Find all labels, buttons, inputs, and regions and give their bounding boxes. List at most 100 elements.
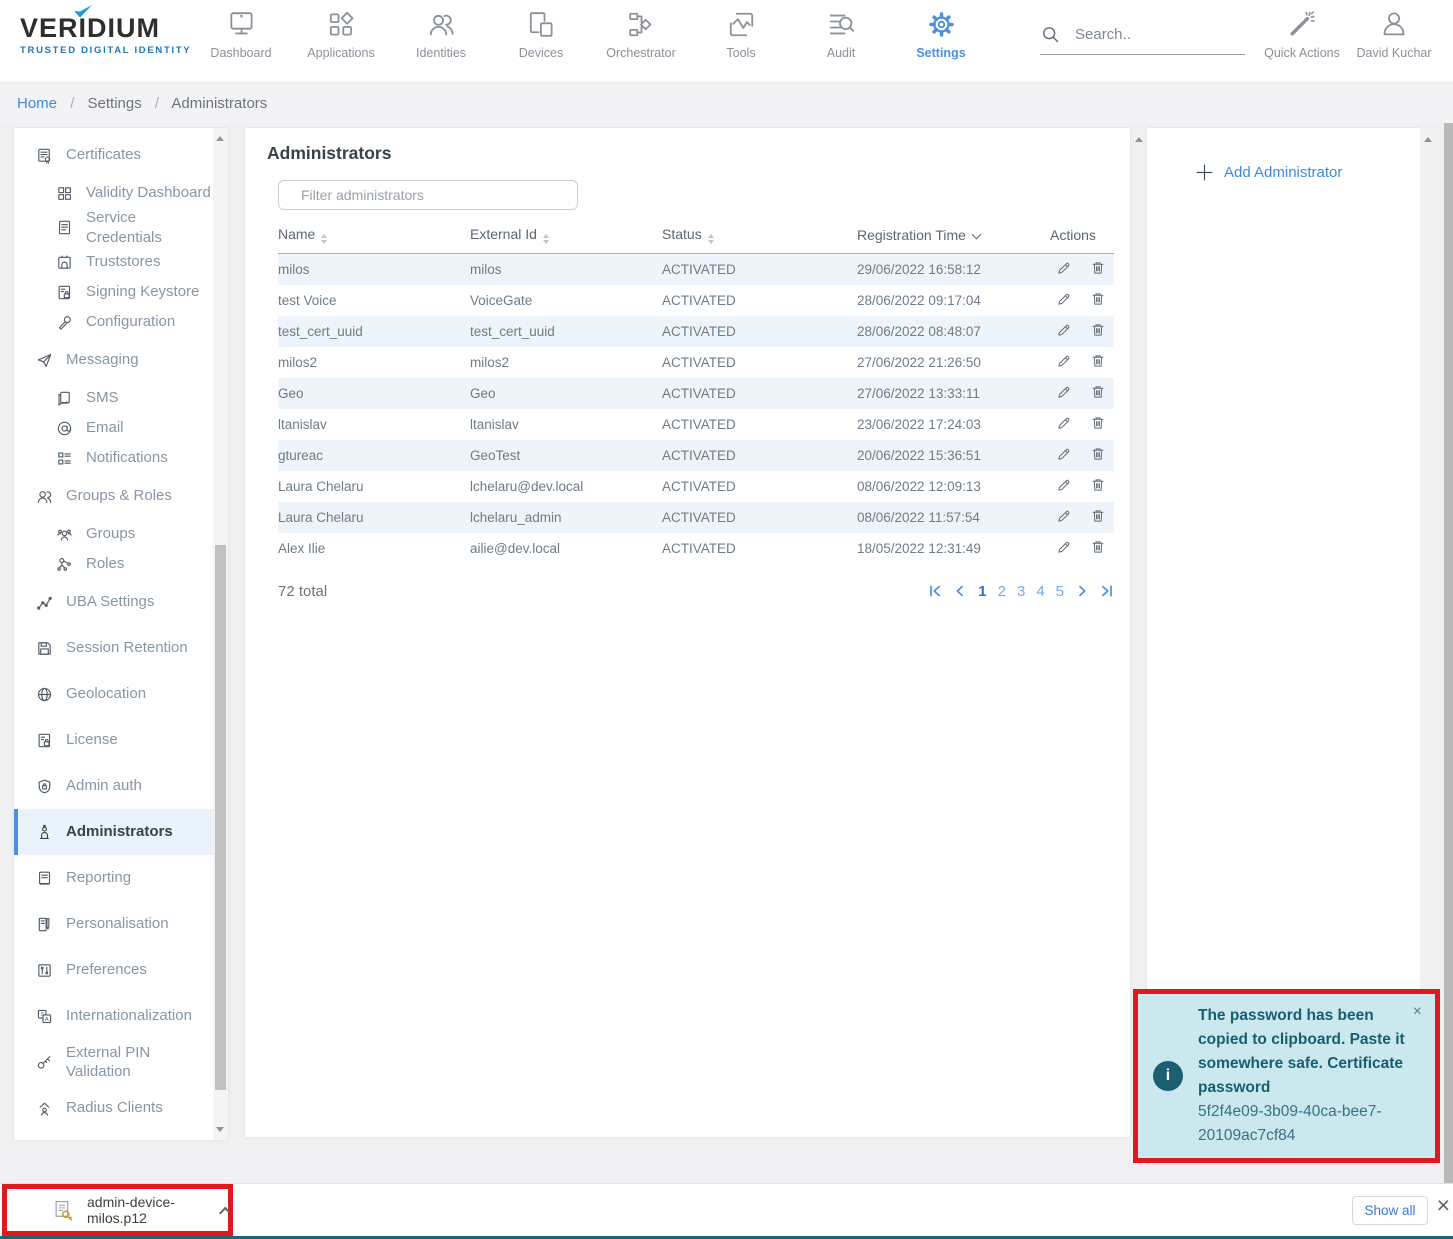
scroll-up-icon[interactable] <box>216 136 224 141</box>
downloaded-file-chip[interactable]: admin-device-milos.p12 <box>7 1189 228 1231</box>
sidebar-item[interactable]: Certificates <box>14 132 213 178</box>
pagination-page[interactable]: 4 <box>1036 583 1044 600</box>
sidebar-item[interactable]: Session Retention <box>14 625 213 671</box>
table-row[interactable]: milos milos ACTIVATED 29/06/2022 16:58:1… <box>278 254 1114 285</box>
sidebar-scrollbar[interactable] <box>213 128 228 1140</box>
veridium-logo[interactable]: VERIDIUM TRUSTED DIGITAL IDENTITY <box>20 13 191 56</box>
sidebar-item[interactable]: UBA Settings <box>14 579 213 625</box>
sidebar-item[interactable]: External PIN Validation <box>14 1039 213 1085</box>
topnav-item[interactable]: Devices <box>491 7 591 60</box>
sidebar-item[interactable]: Roles <box>14 549 213 579</box>
edit-icon[interactable] <box>1056 508 1072 524</box>
sidebar-item[interactable]: Administrators <box>14 809 213 855</box>
topnav-item[interactable]: Audit <box>791 7 891 60</box>
sidebar-item[interactable]: Notifications <box>14 443 213 473</box>
edit-icon[interactable] <box>1056 260 1072 276</box>
table-row[interactable]: Alex Ilie ailie@dev.local ACTIVATED 18/0… <box>278 533 1114 564</box>
scroll-up-icon[interactable] <box>1424 137 1432 142</box>
sidebar-item[interactable]: Radius Clients <box>14 1085 213 1131</box>
scroll-up-icon[interactable] <box>1135 137 1143 142</box>
pagination-page[interactable]: 5 <box>1056 583 1064 600</box>
topnav-item[interactable]: Orchestrator <box>591 7 691 60</box>
close-icon[interactable]: × <box>1413 1004 1422 1020</box>
column-header-registration-time[interactable]: Registration Time <box>857 226 1050 254</box>
delete-icon[interactable] <box>1090 415 1106 431</box>
delete-icon[interactable] <box>1090 353 1106 369</box>
edit-icon[interactable] <box>1056 291 1072 307</box>
delete-icon[interactable] <box>1090 446 1106 462</box>
last-page-icon[interactable] <box>1100 584 1114 598</box>
delete-icon[interactable] <box>1090 291 1106 307</box>
sidebar-item[interactable]: Configuration <box>14 307 213 337</box>
sidebar-item[interactable]: Reporting <box>14 855 213 901</box>
pagination-page[interactable]: 2 <box>998 583 1006 600</box>
quick-actions-button[interactable]: Quick Actions <box>1262 7 1342 60</box>
sidebar-item[interactable]: SMS <box>14 383 213 413</box>
window-scrollbar[interactable] <box>1444 123 1453 1183</box>
breadcrumb-home[interactable]: Home <box>17 95 57 112</box>
delete-icon[interactable] <box>1090 384 1106 400</box>
sidebar-item[interactable]: Signing Keystore <box>14 277 213 307</box>
column-header-name[interactable]: Name <box>278 226 470 254</box>
table-row[interactable]: Laura Chelaru lchelaru_admin ACTIVATED 0… <box>278 502 1114 533</box>
sidebar-item[interactable]: Admin auth <box>14 763 213 809</box>
sidebar-item[interactable]: Personalisation <box>14 901 213 947</box>
topnav-item[interactable]: Settings <box>891 7 991 60</box>
delete-icon[interactable] <box>1090 477 1106 493</box>
sort-icon[interactable] <box>708 234 714 244</box>
close-download-bar-icon[interactable]: × <box>1437 1194 1450 1217</box>
sidebar-item[interactable]: Truststores <box>14 247 213 277</box>
edit-icon[interactable] <box>1056 384 1072 400</box>
topnav-item[interactable]: Tools <box>691 7 791 60</box>
sidebar-item[interactable]: Validity Dashboard <box>14 178 213 208</box>
table-row[interactable]: Geo Geo ACTIVATED 27/06/2022 13:33:11 <box>278 378 1114 409</box>
next-page-icon[interactable] <box>1075 584 1089 598</box>
first-page-icon[interactable] <box>928 584 942 598</box>
edit-icon[interactable] <box>1056 353 1072 369</box>
sidebar-scrollbar-thumb[interactable] <box>215 545 226 1090</box>
topnav-item[interactable]: Dashboard <box>191 7 291 60</box>
table-row[interactable]: gtureac GeoTest ACTIVATED 20/06/2022 15:… <box>278 440 1114 471</box>
delete-icon[interactable] <box>1090 322 1106 338</box>
scroll-down-icon[interactable] <box>216 1127 224 1132</box>
previous-page-icon[interactable] <box>953 584 967 598</box>
sidebar-item[interactable]: License <box>14 717 213 763</box>
chevron-up-icon[interactable] <box>219 1206 231 1218</box>
table-row[interactable]: test Voice VoiceGate ACTIVATED 28/06/202… <box>278 285 1114 316</box>
show-all-button[interactable]: Show all <box>1352 1196 1428 1225</box>
topnav-item[interactable]: Applications <box>291 7 391 60</box>
sidebar-item[interactable]: Email <box>14 413 213 443</box>
topnav-item[interactable]: Identities <box>391 7 491 60</box>
search-input[interactable] <box>1075 26 1225 43</box>
sort-icon[interactable] <box>543 234 549 244</box>
table-row[interactable]: ltanislav ltanislav ACTIVATED 23/06/2022… <box>278 409 1114 440</box>
sidebar-item[interactable]: Groups <box>14 519 213 549</box>
sidebar-item[interactable]: Service Credentials <box>14 208 213 247</box>
delete-icon[interactable] <box>1090 539 1106 555</box>
pagination-page[interactable]: 3 <box>1017 583 1025 600</box>
table-row[interactable]: Laura Chelaru lchelaru@dev.local ACTIVAT… <box>278 471 1114 502</box>
edit-icon[interactable] <box>1056 415 1072 431</box>
sidebar-item[interactable]: Messaging <box>14 337 213 383</box>
user-menu[interactable]: David Kuchar <box>1351 7 1437 60</box>
add-administrator-button[interactable]: Add Administrator <box>1147 128 1420 182</box>
edit-icon[interactable] <box>1056 446 1072 462</box>
sidebar-item[interactable]: Groups & Roles <box>14 473 213 519</box>
edit-icon[interactable] <box>1056 539 1072 555</box>
table-row[interactable]: test_cert_uuid test_cert_uuid ACTIVATED … <box>278 316 1114 347</box>
delete-icon[interactable] <box>1090 260 1106 276</box>
sidebar-item[interactable]: Geolocation <box>14 671 213 717</box>
delete-icon[interactable] <box>1090 508 1106 524</box>
table-row[interactable]: milos2 milos2 ACTIVATED 27/06/2022 21:26… <box>278 347 1114 378</box>
column-header-status[interactable]: Status <box>662 226 857 254</box>
sort-desc-icon[interactable] <box>971 230 981 240</box>
main-scrollbar[interactable] <box>1131 128 1147 1137</box>
sidebar-item[interactable]: Preferences <box>14 947 213 993</box>
pagination-page[interactable]: 1 <box>978 583 986 600</box>
sidebar-item[interactable]: SA Internationalization <box>14 993 213 1039</box>
filter-administrators-input[interactable] <box>278 180 578 210</box>
edit-icon[interactable] <box>1056 322 1072 338</box>
sort-icon[interactable] <box>321 234 327 244</box>
column-header-external-id[interactable]: External Id <box>470 226 662 254</box>
edit-icon[interactable] <box>1056 477 1072 493</box>
